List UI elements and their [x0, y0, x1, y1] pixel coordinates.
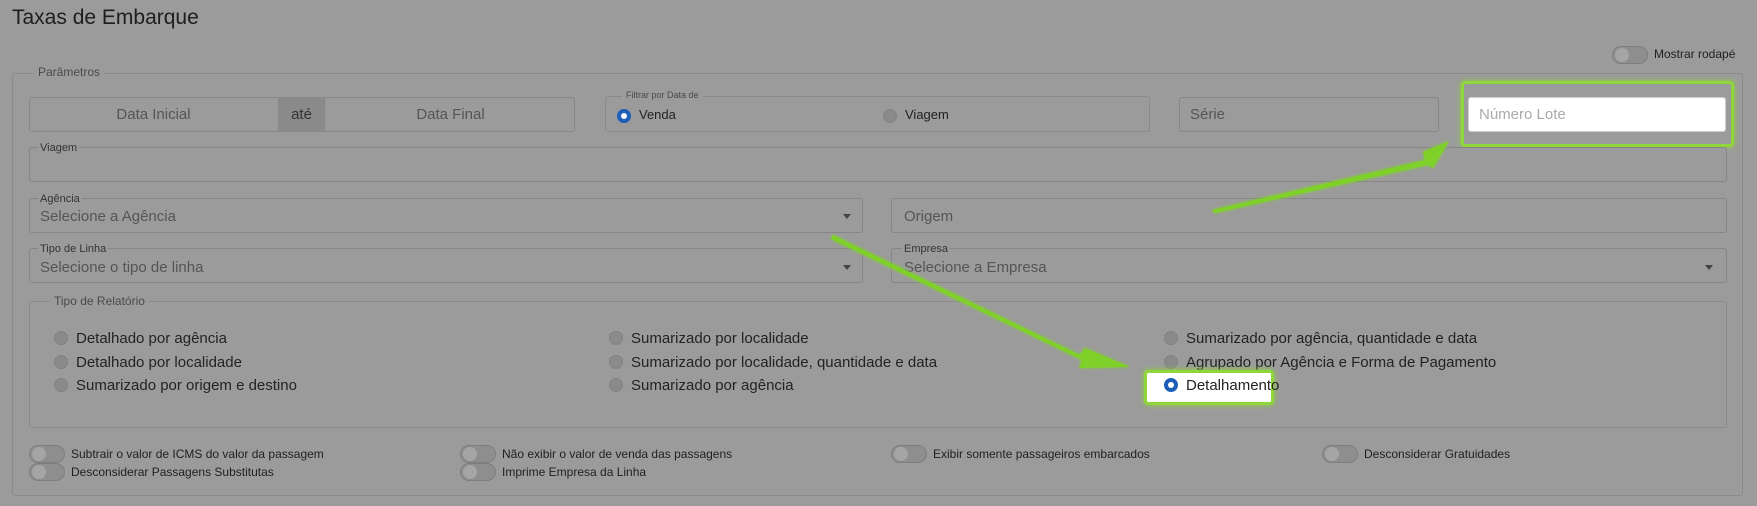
arrow-to-numero-lote	[1212, 141, 1449, 213]
arrow-to-detalhamento	[831, 235, 1130, 368]
annotation-arrows	[831, 141, 1449, 368]
